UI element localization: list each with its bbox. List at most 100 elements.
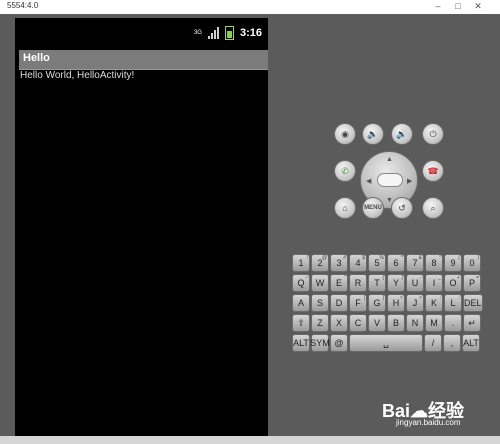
key-u[interactable]: U- bbox=[406, 274, 424, 292]
key-a[interactable]: A bbox=[292, 294, 310, 312]
key-9[interactable]: 9( bbox=[444, 254, 462, 272]
key-q[interactable]: Q ~ bbox=[292, 274, 310, 292]
search-button[interactable]: ⌕ bbox=[422, 197, 444, 219]
key-e[interactable]: E " bbox=[330, 274, 348, 292]
key-secondary-label: ; bbox=[439, 295, 441, 301]
dpad-center-button[interactable] bbox=[377, 173, 403, 187]
keyboard-row-4: ⇧ Z X C V B N M. ↵ bbox=[292, 314, 481, 332]
key-3[interactable]: 3 # bbox=[330, 254, 348, 272]
key-label: / bbox=[431, 338, 435, 348]
key-f[interactable]: F[ bbox=[349, 294, 367, 312]
key-r[interactable]: R bbox=[349, 274, 367, 292]
key-secondary-label: [ bbox=[363, 295, 365, 301]
key-i[interactable]: I _ bbox=[425, 274, 443, 292]
key-g[interactable]: G] bbox=[368, 294, 386, 312]
key-m[interactable]: M bbox=[425, 314, 443, 332]
end-call-button[interactable]: ☎ bbox=[422, 160, 444, 182]
key-n[interactable]: N bbox=[406, 314, 424, 332]
home-button[interactable]: ⌂ bbox=[334, 197, 356, 219]
camera-icon: ◉ bbox=[341, 128, 349, 139]
key-secondary-label: @ bbox=[321, 255, 327, 261]
watermark-url: jingyan.baidu.com bbox=[396, 418, 461, 427]
key-@[interactable]: @ bbox=[330, 334, 348, 352]
key-,[interactable]: , bbox=[443, 334, 461, 352]
volume-up-button[interactable]: 🔊 bbox=[391, 123, 413, 145]
volume-down-icon: 🔈 bbox=[367, 128, 379, 139]
key-0[interactable]: 0) bbox=[463, 254, 481, 272]
maximize-button[interactable]: □ bbox=[451, 0, 465, 12]
dpad-right-icon[interactable]: ▶ bbox=[407, 177, 412, 185]
menu-button[interactable]: MENU bbox=[362, 197, 384, 219]
status-bar: 3G 3:16 bbox=[15, 18, 268, 48]
power-button[interactable]: ⏻ bbox=[422, 123, 444, 145]
key-.[interactable]: . bbox=[444, 314, 462, 332]
key-c[interactable]: C bbox=[349, 314, 367, 332]
key-b[interactable]: B bbox=[387, 314, 405, 332]
key-label: 9 bbox=[450, 258, 456, 268]
key-4[interactable]: 4 $ bbox=[349, 254, 367, 272]
key-label: 0 bbox=[469, 258, 475, 268]
back-button[interactable]: ↺ bbox=[391, 197, 413, 219]
keyboard-row-3: A S D F[G] H < J > K; L: DEL bbox=[292, 294, 483, 312]
key-6[interactable]: 6 ^ bbox=[387, 254, 405, 272]
minimize-button[interactable]: – bbox=[431, 0, 445, 12]
key-sym[interactable]: SYM bbox=[310, 334, 330, 352]
key-label: 6 bbox=[393, 258, 399, 268]
key-j[interactable]: J > bbox=[406, 294, 424, 312]
key-secondary-label: & bbox=[418, 255, 422, 261]
key-7[interactable]: 7 & bbox=[406, 254, 424, 272]
key-label: Q bbox=[297, 278, 305, 288]
key-del[interactable]: DEL bbox=[463, 294, 483, 312]
key-y[interactable]: Y} bbox=[387, 274, 405, 292]
key-label: W bbox=[315, 278, 325, 288]
key-label: I bbox=[432, 278, 436, 288]
key-space[interactable]: ␣ bbox=[349, 334, 423, 352]
key-d[interactable]: D bbox=[330, 294, 348, 312]
key-o[interactable]: O + bbox=[444, 274, 462, 292]
key-t[interactable]: T{ bbox=[368, 274, 386, 292]
close-button[interactable]: ✕ bbox=[471, 0, 485, 12]
key-label: ALT bbox=[293, 338, 309, 348]
key-enter[interactable]: ↵ bbox=[463, 314, 481, 332]
key-l[interactable]: L: bbox=[444, 294, 462, 312]
call-button[interactable]: ✆ bbox=[334, 160, 356, 182]
volume-down-button[interactable]: 🔈 bbox=[362, 123, 384, 145]
key-alt[interactable]: ALT bbox=[292, 334, 310, 352]
key-secondary-label: $ bbox=[362, 255, 365, 261]
key-label: Y bbox=[392, 278, 399, 288]
key-w[interactable]: W bbox=[311, 274, 329, 292]
dpad-left-icon[interactable]: ◀ bbox=[366, 177, 371, 185]
camera-button[interactable]: ◉ bbox=[334, 123, 356, 145]
back-icon: ↺ bbox=[398, 202, 406, 213]
key-label: X bbox=[335, 318, 342, 328]
key-h[interactable]: H < bbox=[387, 294, 405, 312]
key-label: ␣ bbox=[383, 337, 389, 348]
control-panel: ◉ 🔈 🔊 ⏻ ✆ ▲ ▼ ◀ ▶ ☎ ⌂ MENU ↺ ⌕ 1! 2 @3 #4 $5… bbox=[280, 14, 500, 434]
key-8[interactable]: 8 * bbox=[425, 254, 443, 272]
key-secondary-label: ) bbox=[477, 255, 479, 261]
home-icon: ⌂ bbox=[342, 203, 348, 213]
key-label: M bbox=[430, 318, 438, 328]
key-v[interactable]: V bbox=[368, 314, 386, 332]
key-label: V bbox=[373, 318, 380, 328]
key-z[interactable]: Z bbox=[311, 314, 329, 332]
key-s[interactable]: S bbox=[311, 294, 329, 312]
key-label: 1 bbox=[298, 258, 304, 268]
key-p[interactable]: P = bbox=[463, 274, 481, 292]
key-5[interactable]: 5% bbox=[368, 254, 386, 272]
key-label: DEL bbox=[464, 298, 482, 308]
key-label: N bbox=[411, 318, 419, 328]
key-1[interactable]: 1! bbox=[292, 254, 310, 272]
key-alt[interactable]: ALT bbox=[462, 334, 480, 352]
key-label: E bbox=[335, 278, 342, 288]
key-label: C bbox=[354, 318, 362, 328]
key-shift[interactable]: ⇧ bbox=[292, 314, 310, 332]
key-secondary-label: ( bbox=[458, 255, 460, 261]
key-/[interactable]: / bbox=[424, 334, 442, 352]
dpad-up-icon[interactable]: ▲ bbox=[386, 156, 393, 163]
key-k[interactable]: K; bbox=[425, 294, 443, 312]
key-x[interactable]: X bbox=[330, 314, 348, 332]
key-label: Z bbox=[317, 318, 323, 328]
key-secondary-label: { bbox=[382, 275, 384, 281]
key-2[interactable]: 2 @ bbox=[311, 254, 329, 272]
